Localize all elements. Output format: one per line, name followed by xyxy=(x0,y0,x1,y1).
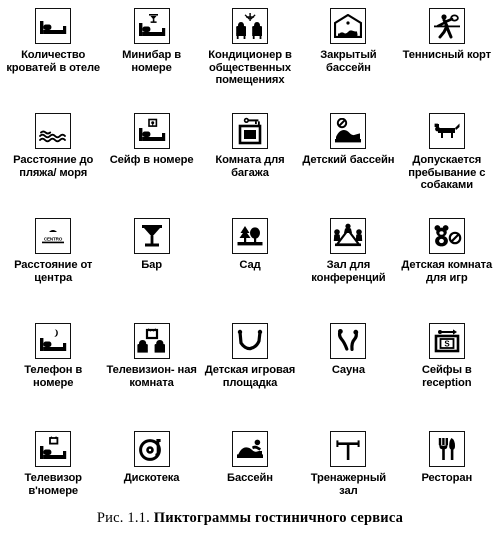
record-player-icon xyxy=(133,431,170,467)
pictogram-label: Минибар в номере xyxy=(122,49,182,74)
pictogram-grid: Количество кроватей в отеле Минибар в но… xyxy=(4,4,496,505)
pictogram-label: Бар xyxy=(141,259,162,271)
pictogram-label: Теннисный корт xyxy=(402,49,492,61)
tennis-player-icon xyxy=(428,8,465,44)
cocktail-glass-icon xyxy=(133,218,170,254)
pictogram-label: Детский бассейн xyxy=(302,154,395,166)
bed-with-phone-icon xyxy=(35,323,72,359)
pool-no-entry-icon xyxy=(330,113,367,149)
pictogram-cell-room-phone: Телефон в номере xyxy=(4,319,102,427)
dog-icon xyxy=(428,113,465,149)
figure-caption: Рис. 1.1. Пиктограммы гостиничного серви… xyxy=(0,510,500,527)
teddy-bear-icon xyxy=(428,218,465,254)
house-pool-icon xyxy=(330,8,367,44)
pictogram-cell-bar: Бар xyxy=(102,214,200,319)
pictogram-label: Телевизион- ная комната xyxy=(106,364,197,389)
pictogram-cell-sauna: Сауна xyxy=(299,319,397,427)
pictogram-label: Ресторан xyxy=(421,472,473,484)
pictogram-label: Бассейн xyxy=(227,472,273,484)
armchairs-snowflake-icon xyxy=(231,8,268,44)
figure-caption-title: Пиктограммы гостиничного сервиса xyxy=(153,510,404,526)
conference-table-icon xyxy=(330,218,367,254)
pictogram-label: Допускается пребывание с собаками xyxy=(408,154,486,192)
tv-armchairs-icon xyxy=(133,323,170,359)
centro-sign-text: CENTRO xyxy=(44,237,63,242)
pictogram-cell-restaurant: Ресторан xyxy=(398,427,496,505)
figure-caption-number: Рис. 1.1. xyxy=(96,510,150,526)
pictogram-cell-playground: Детская игровая площадка xyxy=(201,319,299,427)
pictogram-label: Телефон в номере xyxy=(24,364,83,389)
barbell-icon xyxy=(330,431,367,467)
swing-icon xyxy=(231,323,268,359)
pictogram-cell-air-conditioning: Кондиционер в общественных помещениях xyxy=(201,4,299,109)
luggage-key-icon xyxy=(231,113,268,149)
hotel-pictograms-figure: Количество кроватей в отеле Минибар в но… xyxy=(0,0,500,535)
pictogram-label: Телевизор в'номере xyxy=(24,472,82,497)
pictogram-cell-minibar: Минибар в номере xyxy=(102,4,200,109)
pictogram-cell-disco: Дискотека xyxy=(102,427,200,505)
bed-with-tv-icon xyxy=(35,431,72,467)
pictogram-label: Комната для багажа xyxy=(215,154,285,179)
pictogram-cell-tennis-court: Теннисный корт xyxy=(398,4,496,109)
pictogram-cell-kids-playroom: Детская комната для игр xyxy=(398,214,496,319)
pictogram-label: Закрытый бассейн xyxy=(320,49,377,74)
pictogram-label: Сейф в номере xyxy=(109,154,194,166)
pictogram-label: Сад xyxy=(239,259,261,271)
pictogram-cell-luggage-room: Комната для багажа xyxy=(201,109,299,214)
svg-text:S: S xyxy=(444,340,450,349)
pictogram-cell-garden: Сад xyxy=(201,214,299,319)
pictogram-label: Тренажерный зал xyxy=(310,472,387,497)
trees-icon xyxy=(231,218,268,254)
pictogram-cell-indoor-pool: Закрытый бассейн xyxy=(299,4,397,109)
bed-with-safe-icon xyxy=(133,113,170,149)
pictogram-label: Расстояние от центра xyxy=(14,259,93,284)
pictogram-label: Расстояние до пляжа/ моря xyxy=(13,154,94,179)
pictogram-label: Дискотека xyxy=(123,472,180,484)
sauna-icon xyxy=(330,323,367,359)
bed-with-glass-icon xyxy=(133,8,170,44)
pictogram-label: Детская комната для игр xyxy=(401,259,493,284)
bed-icon xyxy=(35,8,72,44)
waves-icon xyxy=(35,113,72,149)
pictogram-label: Количество кроватей в отеле xyxy=(6,49,101,74)
pictogram-cell-beds-count: Количество кроватей в отеле xyxy=(4,4,102,109)
pictogram-cell-tv-room: Телевизион- ная комната xyxy=(102,319,200,427)
centro-sign-icon: CENTRO xyxy=(35,218,72,254)
pictogram-label: Детская игровая площадка xyxy=(204,364,296,389)
fork-knife-icon xyxy=(428,431,465,467)
pictogram-cell-gym: Тренажерный зал xyxy=(299,427,397,505)
swimmer-icon xyxy=(231,431,268,467)
pictogram-label: Кондиционер в общественных помещениях xyxy=(208,49,292,87)
pictogram-cell-kids-pool: Детский бассейн xyxy=(299,109,397,214)
pictogram-cell-room-safe: Сейф в номере xyxy=(102,109,200,214)
pictogram-label: Зал для конференций xyxy=(311,259,386,284)
pictogram-label: Сейфы в reception xyxy=(421,364,472,389)
pictogram-cell-distance-to-beach: Расстояние до пляжа/ моря xyxy=(4,109,102,214)
pictogram-cell-pool: Бассейн xyxy=(201,427,299,505)
pictogram-cell-conference-hall: Зал для конференций xyxy=(299,214,397,319)
pictogram-label: Сауна xyxy=(331,364,365,376)
pictogram-cell-pets-allowed: Допускается пребывание с собаками xyxy=(398,109,496,214)
pictogram-cell-reception-safes: S Сейфы в reception xyxy=(398,319,496,427)
safe-box-icon: S xyxy=(428,323,465,359)
pictogram-cell-room-tv: Телевизор в'номере xyxy=(4,427,102,505)
pictogram-cell-distance-to-center: CENTRO Расстояние от центра xyxy=(4,214,102,319)
